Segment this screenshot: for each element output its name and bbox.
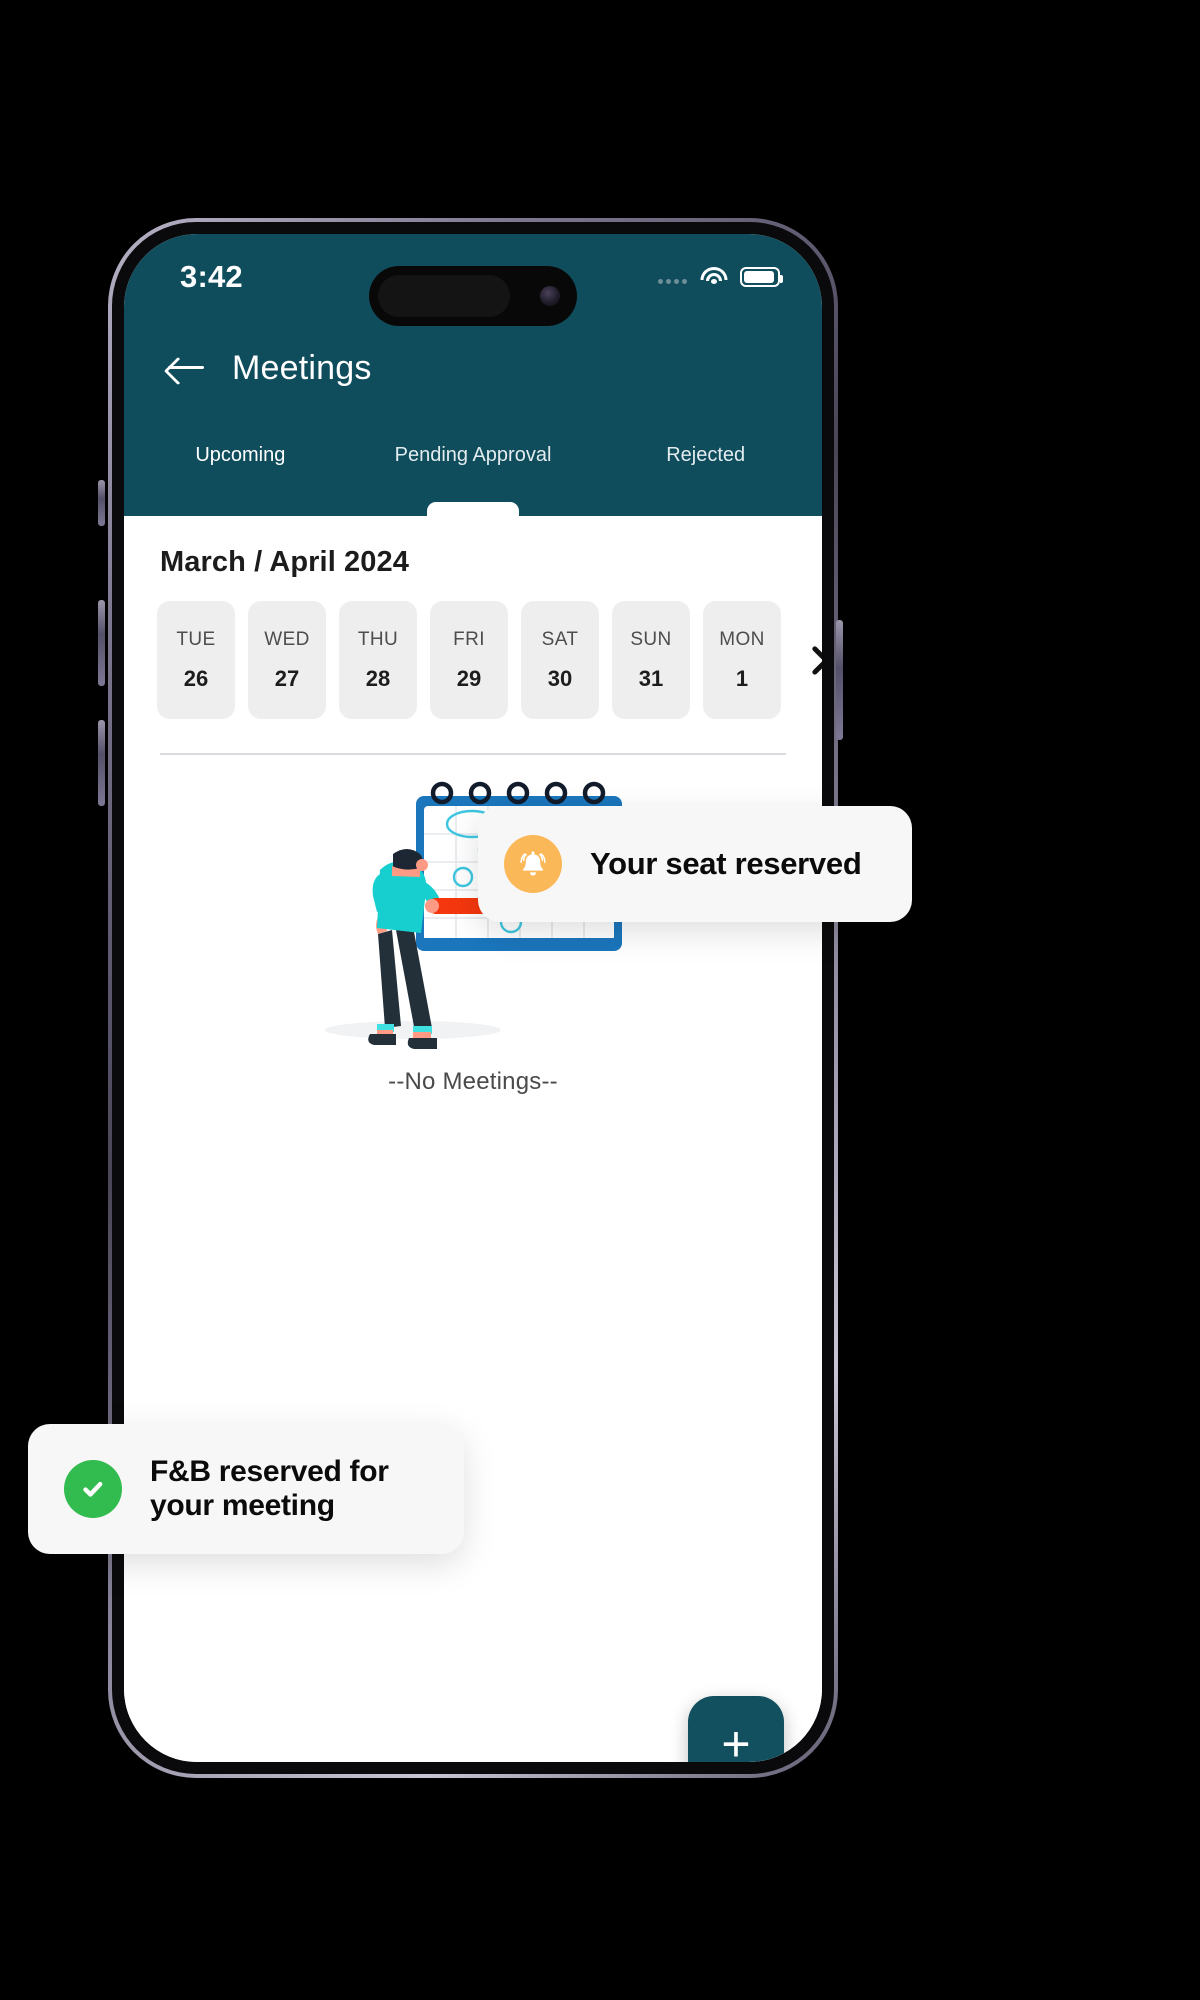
- date-card-day: WED: [264, 628, 310, 650]
- date-card-day: SUN: [630, 628, 672, 650]
- volume-up-button[interactable]: [98, 600, 105, 686]
- front-camera-icon: [540, 286, 560, 306]
- tab-upcoming-label: Upcoming: [195, 444, 286, 466]
- toast-fnb-line-2: your meeting: [150, 1489, 335, 1522]
- toast-fnb-line-1: F&B reserved for: [150, 1455, 389, 1489]
- check-circle-icon: [64, 1460, 122, 1518]
- toast-fnb-reserved-text: F&B reserved for your meeting: [150, 1455, 389, 1522]
- section-divider: [160, 753, 786, 755]
- date-card-number: 28: [365, 665, 391, 691]
- island-sensor-pill: [378, 275, 510, 317]
- status-bar-clock: 3:42: [180, 259, 243, 294]
- date-card-wed[interactable]: WED 27: [248, 601, 326, 719]
- content-area: March / April 2024 TUE 26 WED 27 THU 28: [124, 516, 822, 1762]
- tab-rejected[interactable]: Rejected: [589, 430, 822, 516]
- date-card-day: TUE: [176, 628, 216, 650]
- back-arrow-icon[interactable]: [168, 354, 206, 382]
- dynamic-island: [369, 266, 577, 326]
- date-card-number: 30: [547, 665, 573, 691]
- status-bar-indicators: [658, 267, 783, 287]
- bell-icon: [504, 835, 562, 893]
- date-card-day: SAT: [541, 628, 579, 650]
- add-meeting-fab[interactable]: +: [688, 1696, 784, 1762]
- calendar-month-label: March / April 2024: [160, 546, 409, 578]
- date-card-day: FRI: [453, 628, 485, 650]
- date-card-number: 29: [456, 665, 482, 691]
- tab-rejected-label: Rejected: [666, 444, 746, 466]
- battery-icon: [740, 267, 783, 287]
- date-card-number: 27: [274, 665, 300, 691]
- signal-dots-icon: [658, 270, 687, 284]
- toast-seat-reserved[interactable]: Your seat reserved: [478, 806, 912, 922]
- tab-upcoming[interactable]: Upcoming: [124, 430, 519, 516]
- silent-switch-button[interactable]: [98, 480, 105, 526]
- date-card-mon[interactable]: MON 1: [703, 601, 781, 719]
- app-bar-title-row: Meetings: [124, 332, 822, 404]
- date-card-sat[interactable]: SAT 30: [521, 601, 599, 719]
- plus-icon: +: [721, 1716, 751, 1762]
- empty-state-message: --No Meetings--: [388, 1068, 558, 1095]
- date-card-tue[interactable]: TUE 26: [157, 601, 235, 719]
- tab-bar: Upcoming Pending Approval Rejected: [124, 430, 822, 516]
- date-card-day: THU: [357, 628, 399, 650]
- toast-seat-reserved-text: Your seat reserved: [590, 845, 862, 881]
- date-card-number: 26: [183, 665, 209, 691]
- date-card-sun[interactable]: SUN 31: [612, 601, 690, 719]
- toast-fnb-reserved[interactable]: F&B reserved for your meeting: [28, 1424, 464, 1554]
- power-button[interactable]: [836, 620, 843, 740]
- date-card-thu[interactable]: THU 28: [339, 601, 417, 719]
- chevron-right-icon[interactable]: [802, 640, 822, 680]
- date-card-number: 31: [638, 665, 664, 691]
- date-strip[interactable]: TUE 26 WED 27 THU 28 FRI 29 SAT 30 SUN 3…: [124, 579, 822, 719]
- screenshot-canvas: 3:42 Meetings Upcoming Pending Approval …: [0, 0, 1200, 2000]
- volume-down-button[interactable]: [98, 720, 105, 806]
- tab-active-indicator: [427, 502, 519, 516]
- date-card-fri[interactable]: FRI 29: [430, 601, 508, 719]
- date-card-number: 1: [735, 665, 749, 691]
- app-bar: 3:42 Meetings Upcoming Pending Approval …: [124, 234, 822, 516]
- wifi-icon: [700, 267, 727, 287]
- page-title: Meetings: [232, 348, 372, 387]
- tab-pending-approval-label: Pending Approval: [394, 444, 552, 466]
- date-card-day: MON: [719, 628, 765, 650]
